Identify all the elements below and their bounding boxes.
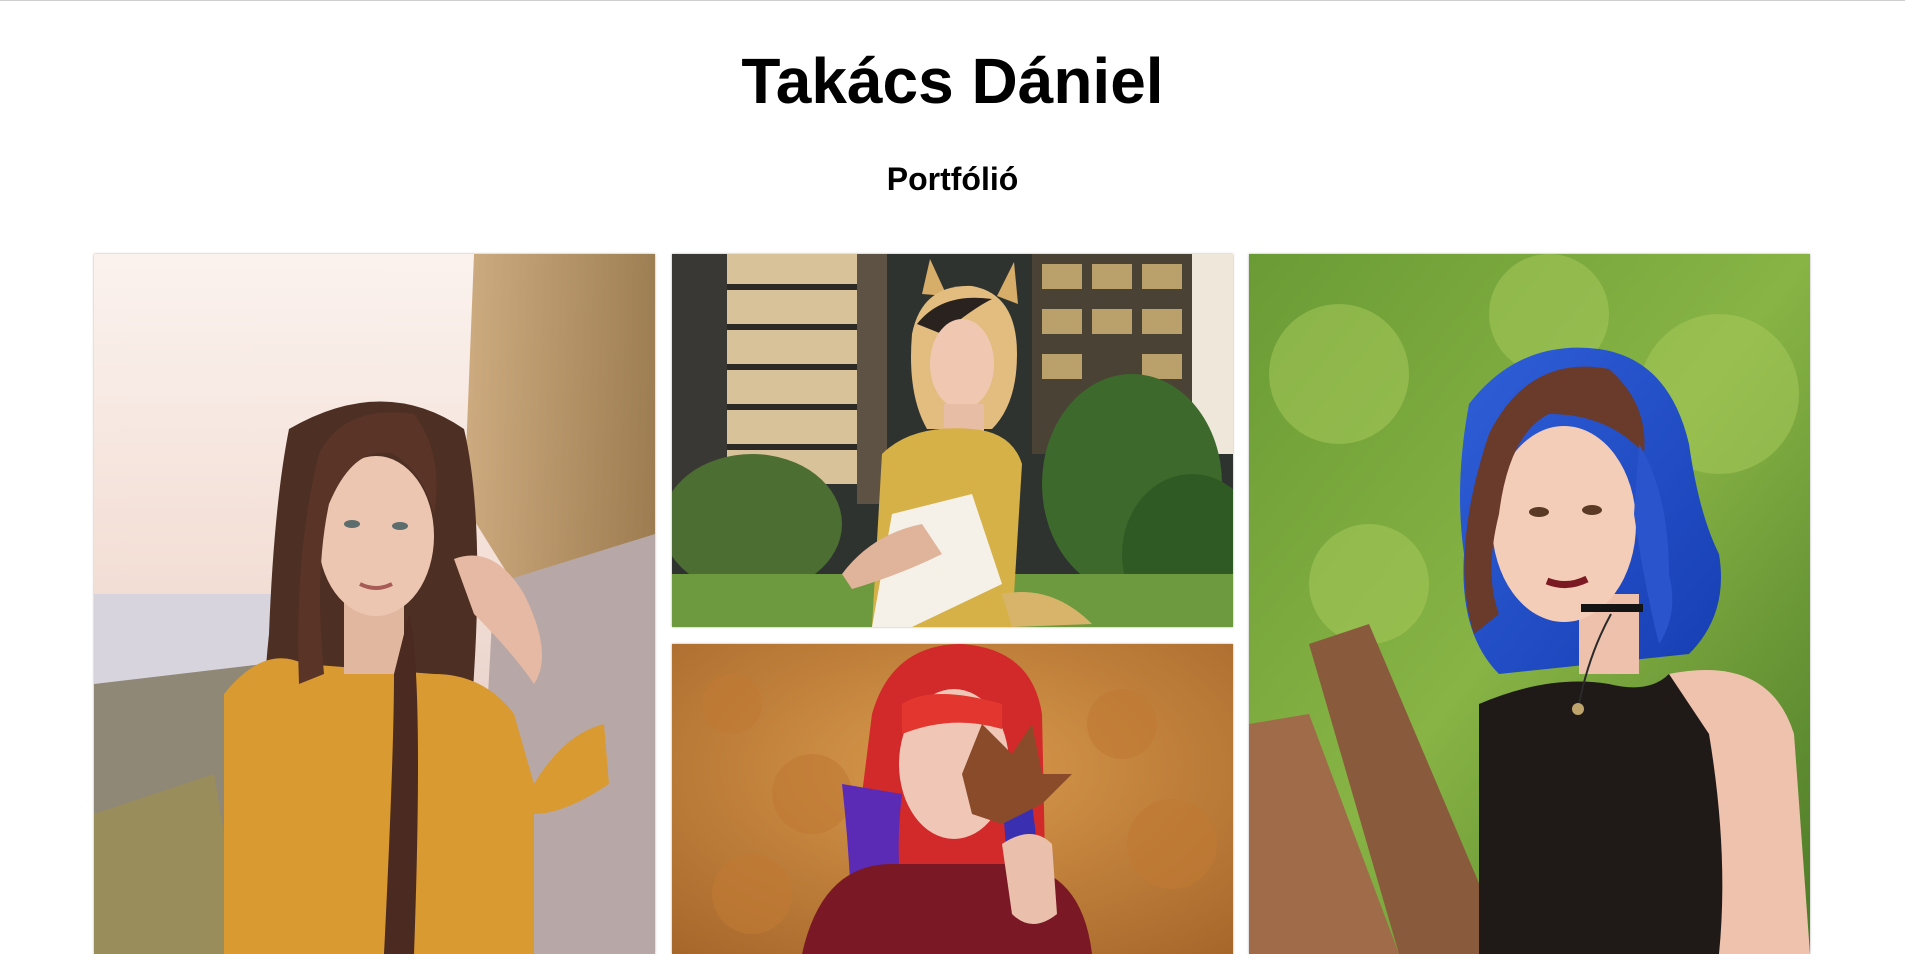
photo-image bbox=[672, 254, 1233, 627]
photo-image bbox=[672, 644, 1233, 954]
photo-image bbox=[1249, 254, 1810, 954]
portfolio-photo-1[interactable] bbox=[94, 254, 655, 954]
top-border bbox=[0, 0, 1905, 1]
portfolio-photo-4[interactable] bbox=[1249, 254, 1810, 954]
page-subtitle: Portfólió bbox=[886, 161, 1019, 197]
page-title: Takács Dániel bbox=[741, 45, 1164, 117]
photo-image bbox=[94, 254, 655, 954]
portfolio-photo-2[interactable] bbox=[672, 254, 1233, 627]
portfolio-photo-3[interactable] bbox=[672, 644, 1233, 954]
